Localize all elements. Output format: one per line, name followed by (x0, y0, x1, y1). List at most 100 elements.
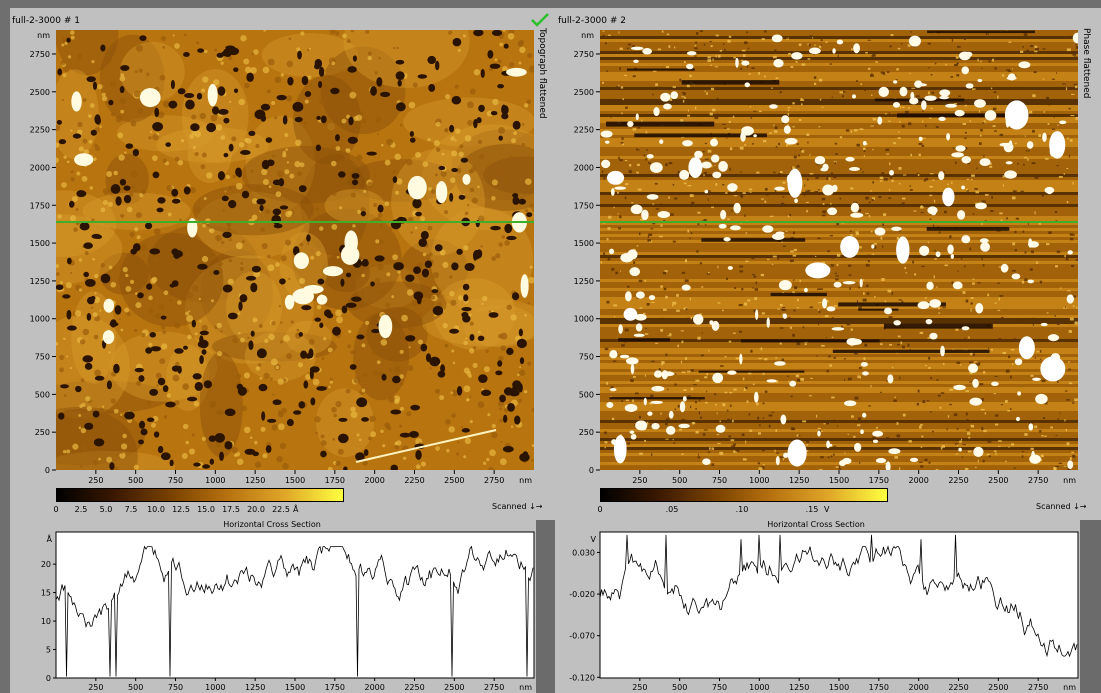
scale-tick-label: 12.5 (172, 505, 190, 514)
x-tick-label: 250 (632, 683, 647, 692)
afm-texture (600, 30, 1083, 473)
x-tick-label: 500 (672, 683, 687, 692)
scale-tick-label: .10 (736, 505, 749, 514)
y-tick-label: 2250 (574, 126, 594, 135)
x-tick-label: 500 (128, 476, 143, 485)
color-scale-bar (56, 488, 344, 502)
scanned-direction-label: Scanned ↓→ (1036, 502, 1087, 511)
scale-tick-label: 10.0 (147, 505, 165, 514)
color-scale-bar (600, 488, 888, 502)
y-tick-label: 250 (35, 428, 50, 437)
y-tick-label: 1250 (574, 277, 594, 286)
x-tick-label: 1000 (749, 476, 769, 485)
x-tick-label: 500 (672, 476, 687, 485)
y-unit-label: Å (47, 533, 53, 544)
x-tick-label: 1000 (749, 683, 769, 692)
y-tick-label: 20 (41, 560, 51, 569)
scale-tick-label: 20.0 (247, 505, 265, 514)
plot-area (55, 531, 535, 679)
y-tick-label: 1750 (30, 201, 50, 210)
x-tick-label: 2750 (1028, 683, 1048, 692)
y-tick-label: 10 (41, 617, 51, 626)
y-tick-label: -0.120 (569, 673, 595, 682)
y-tick-label: 250 (579, 428, 594, 437)
x-tick-label: 2750 (484, 683, 504, 692)
x-tick-label: 750 (168, 476, 183, 485)
x-tick-label: 2750 (484, 476, 504, 485)
x-tick-label: 1500 (285, 683, 305, 692)
y-tick-label: 1500 (30, 239, 50, 248)
y-tick-label: 2750 (574, 50, 594, 59)
x-tick-label: 1000 (205, 683, 225, 692)
scale-tick-label: 15.0 (197, 505, 215, 514)
afm-image-phase[interactable] (600, 30, 1083, 473)
x-tick-label: 1250 (789, 683, 809, 692)
x-tick-label: 2500 (988, 476, 1008, 485)
y-tick-label: 2250 (30, 126, 50, 135)
x-tick-label: 2000 (908, 683, 928, 692)
y-tick-label: -0.020 (569, 590, 595, 599)
y-tick-label: 15 (41, 589, 51, 598)
cross-section-plot[interactable]: Å 20 15 10 5 0 250 500 750 1000 1250 1500 1750 2000 22… (10, 528, 536, 693)
y-tick-label: 1750 (574, 201, 594, 210)
cross-section-plot[interactable]: V 0.030 -0.020 -0.070 -0.120 250 500 750 1000 125… (556, 528, 1080, 693)
y-tick-label: -0.070 (569, 632, 595, 641)
scroll-strip (1080, 520, 1101, 693)
afm-texture (0, 0, 565, 505)
y-tick-label: 5 (46, 646, 51, 655)
y-tick-label: 0 (46, 674, 51, 683)
x-tick-label: 2000 (908, 476, 928, 485)
color-scale-ticks: 0 .05 .10 .15 V (597, 505, 830, 514)
x-tick-label: 750 (712, 476, 727, 485)
x-tick-label: 1250 (245, 683, 265, 692)
x-unit-label: nm (519, 476, 532, 485)
y-tick-label: 1250 (30, 277, 50, 286)
x-tick-label: 750 (712, 683, 727, 692)
y-tick-label: 0 (589, 466, 594, 475)
x-tick-label: 2250 (948, 476, 968, 485)
scale-tick-label: 22.5 (272, 505, 290, 514)
x-tick-label: 1500 (285, 476, 305, 485)
scale-tick-label: 0 (597, 505, 602, 514)
y-tick-label: 750 (579, 353, 594, 362)
cross-section-cursor-line[interactable] (600, 221, 1078, 223)
scale-unit-label: Å (293, 503, 299, 514)
scale-unit-label: V (824, 505, 830, 514)
x-tick-label: 2250 (948, 683, 968, 692)
scale-tick-label: 2.5 (75, 505, 88, 514)
x-tick-label: 250 (88, 476, 103, 485)
y-tick-label: 1000 (30, 315, 50, 324)
y-tick-label: 1500 (574, 239, 594, 248)
x-tick-label: 2500 (444, 683, 464, 692)
y-tick-label: 2750 (30, 50, 50, 59)
scale-tick-label: 0 (53, 505, 58, 514)
x-tick-label: 1750 (869, 476, 889, 485)
x-tick-label: 2000 (364, 683, 384, 692)
y-unit-label: V (591, 535, 597, 544)
y-unit-label: nm (581, 31, 594, 40)
x-tick-label: 250 (88, 683, 103, 692)
y-tick-label: 2000 (30, 163, 50, 172)
x-tick-label: 2750 (1028, 476, 1048, 485)
y-tick-label: 2500 (30, 88, 50, 97)
plot-area (599, 531, 1079, 679)
x-tick-label: 2250 (404, 683, 424, 692)
x-tick-label: 750 (168, 683, 183, 692)
panel-title: full-2-3000 # 2 (558, 16, 626, 26)
x-tick-label: 2500 (444, 476, 464, 485)
x-tick-label: 1500 (829, 476, 849, 485)
y-tick-label: 750 (35, 353, 50, 362)
y-tick-label: 500 (579, 390, 594, 399)
cross-section-cursor-line[interactable] (56, 221, 534, 223)
color-scale-ticks: 0 2.5 5.0 7.5 10.0 12.5 15.0 17.5 20.0 22.5 Å (53, 503, 299, 514)
y-tick-label: 1000 (574, 315, 594, 324)
afm-image-topography[interactable] (0, 0, 565, 505)
y-tick-label: 2000 (574, 163, 594, 172)
x-tick-label: 1250 (245, 476, 265, 485)
y-tick-label: 500 (35, 390, 50, 399)
scale-tick-label: .15 (806, 505, 819, 514)
scale-tick-label: 5.0 (100, 505, 113, 514)
x-tick-label: 500 (128, 683, 143, 692)
scanned-direction-label: Scanned ↓→ (492, 502, 543, 511)
phase-panel: full-2-3000 # 2 Phase flattened nm 2750 2… (556, 8, 1101, 693)
